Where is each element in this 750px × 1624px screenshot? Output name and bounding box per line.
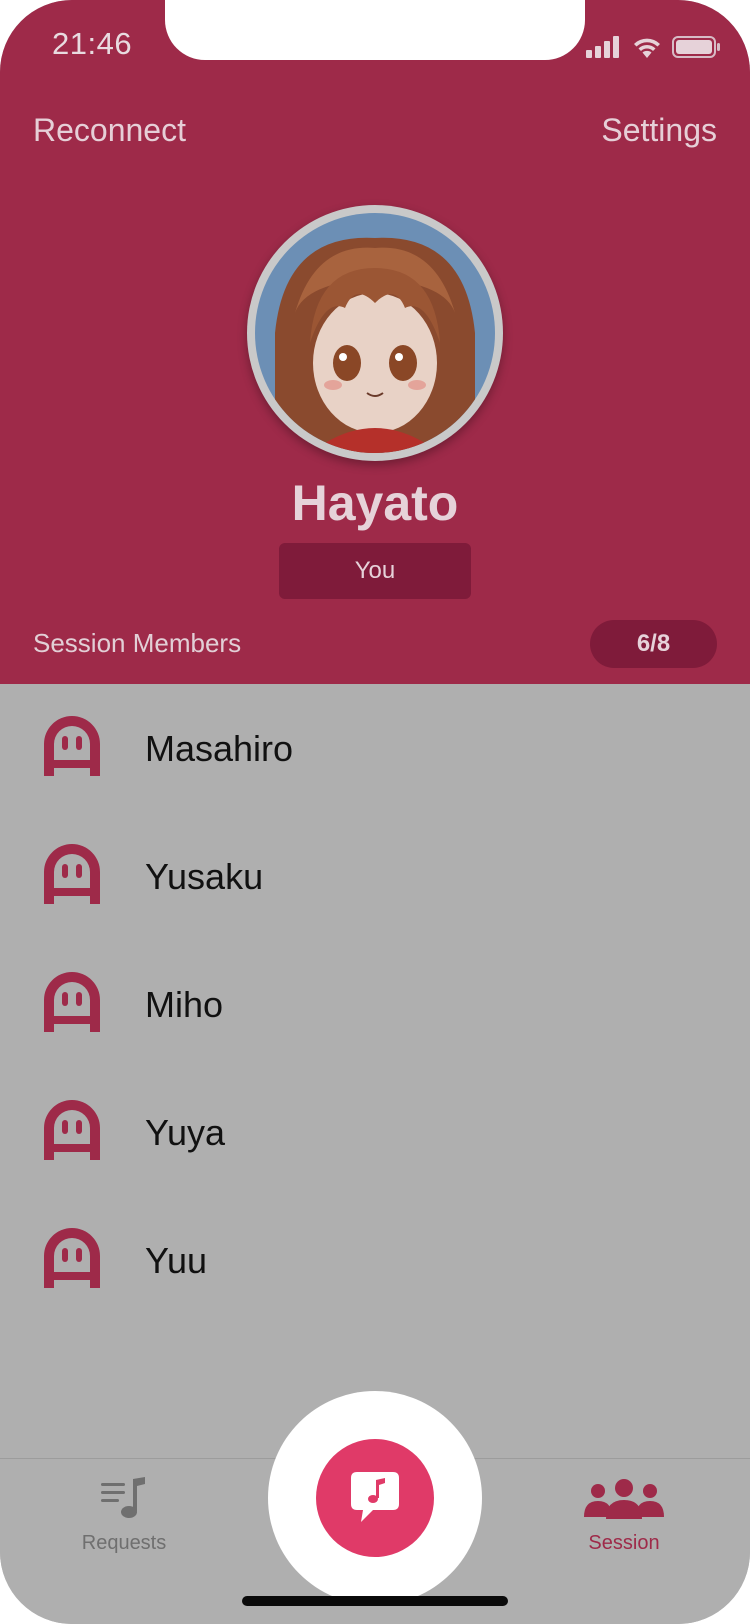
ghost-icon: [44, 972, 100, 1032]
settings-button[interactable]: Settings: [601, 112, 717, 149]
member-name: Masahiro: [145, 728, 294, 769]
member-name: Yuya: [145, 1112, 226, 1153]
header-panel: 21:46 Reconnect Settings Hayato You Sess…: [0, 0, 750, 684]
tab-session-label: Session: [588, 1532, 660, 1554]
status-icons: [586, 32, 720, 62]
signal-icon: [586, 36, 619, 58]
list-item[interactable]: Miho: [0, 940, 750, 1068]
app-screen: 21:46 Reconnect Settings Hayato You Sess…: [0, 0, 750, 1624]
music-note-chat-icon: [351, 1472, 399, 1522]
profile-name: Hayato: [291, 475, 459, 531]
music-list-icon: [101, 1477, 145, 1518]
tab-requests[interactable]: Requests: [44, 1477, 204, 1555]
ghost-icon: [44, 1100, 100, 1160]
anime-girl-avatar-icon: [255, 213, 495, 453]
member-name: Yuu: [145, 1240, 208, 1281]
section-title: Session Members: [33, 628, 242, 658]
ghost-icon: [44, 1228, 100, 1288]
avatar: [247, 205, 503, 461]
ghost-icon: [44, 716, 100, 776]
status-time: 21:46: [52, 26, 133, 61]
member-name: Miho: [145, 984, 224, 1025]
ghost-icon: [44, 844, 100, 904]
member-name: Yusaku: [145, 856, 264, 897]
you-badge: You: [279, 543, 471, 599]
member-count-badge: 6/8: [590, 620, 717, 668]
tab-requests-label: Requests: [81, 1532, 167, 1554]
battery-icon: [672, 36, 720, 58]
home-indicator: [242, 1596, 508, 1606]
tab-session[interactable]: Session: [544, 1477, 704, 1555]
music-request-button[interactable]: [316, 1439, 434, 1557]
list-item[interactable]: Yusaku: [0, 812, 750, 940]
wifi-icon: [634, 38, 660, 58]
list-item[interactable]: Yuya: [0, 1068, 750, 1196]
list-item[interactable]: Yuu: [0, 1196, 750, 1324]
list-item[interactable]: Masahiro: [0, 684, 750, 812]
group-icon: [584, 1479, 664, 1519]
reconnect-button[interactable]: Reconnect: [33, 112, 186, 149]
device-notch: [165, 0, 585, 60]
